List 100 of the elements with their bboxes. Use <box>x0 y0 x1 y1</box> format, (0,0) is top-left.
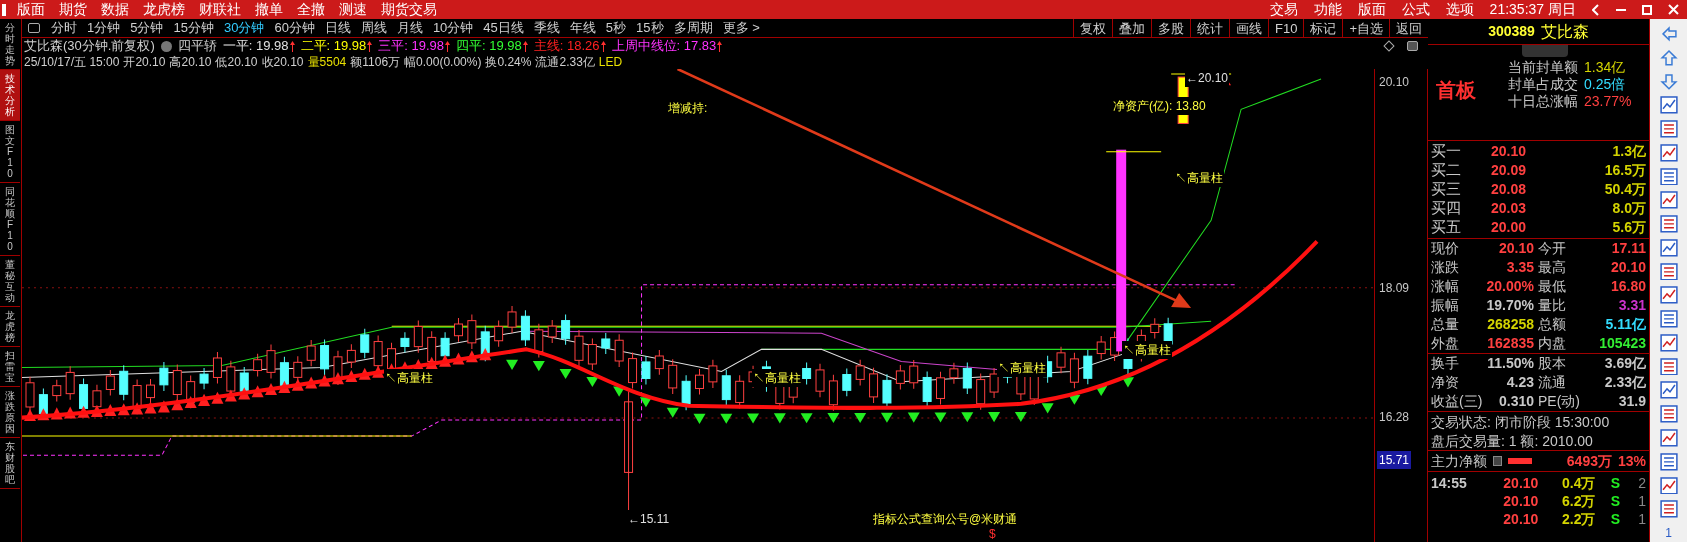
quote-value: 4.23 <box>1505 373 1534 392</box>
dropdown-icon[interactable] <box>160 40 172 52</box>
period-tab[interactable]: 15秒 <box>631 18 669 38</box>
volume-note: ↖高量柱 <box>1174 169 1224 187</box>
volume-note: ↖高量柱 <box>997 359 1047 377</box>
menu-item[interactable]: 龙虎榜 <box>136 0 192 20</box>
close-icon[interactable] <box>1668 4 1679 15</box>
menu-item[interactable]: 测速 <box>332 0 374 20</box>
side-tab[interactable]: 技术分析 <box>0 70 20 121</box>
menu-item[interactable]: 版面 <box>1349 0 1394 20</box>
toolbar-button[interactable]: 复权 <box>1073 18 1112 38</box>
stat-value: 0.25倍 <box>1584 75 1626 94</box>
menu-item[interactable]: 交易 <box>1261 0 1306 20</box>
tick-price: 20.10 <box>1503 509 1540 529</box>
tool-icon[interactable] <box>1659 357 1678 376</box>
tool-icon[interactable] <box>1659 191 1678 210</box>
volume-note: ↖高量柱 <box>1122 341 1172 359</box>
bar-info: 流通2.33亿 <box>535 53 595 71</box>
panel-toggle-icon[interactable] <box>1407 41 1418 51</box>
toolbar-button[interactable]: 多股 <box>1151 18 1190 38</box>
side-tab[interactable]: 龙虎榜 <box>0 307 20 347</box>
menu-item[interactable]: 期货交易 <box>374 0 444 20</box>
side-tab[interactable]: 涨跌原因 <box>0 387 20 438</box>
tool-icon[interactable] <box>1659 167 1678 186</box>
restore-icon[interactable] <box>1642 4 1652 15</box>
stat-label: 当前封单额 <box>1508 58 1578 77</box>
toolbar-button[interactable]: 画线 <box>1229 18 1268 38</box>
tool-icon[interactable] <box>1659 500 1678 519</box>
period-tab[interactable]: 5分钟 <box>125 18 169 38</box>
quote-label: 总额 <box>1538 315 1567 334</box>
minimize-icon[interactable] <box>1616 8 1626 11</box>
toolbar-button[interactable]: 统计 <box>1190 18 1229 38</box>
menu-item[interactable]: 撤单 <box>248 0 290 20</box>
list-icon[interactable] <box>1493 456 1502 466</box>
net-flow-bar <box>1508 458 1532 464</box>
period-tab[interactable]: 分时 <box>46 18 82 38</box>
tool-icon[interactable] <box>1659 333 1678 352</box>
period-tab[interactable]: 年线 <box>564 18 601 38</box>
tool-icon[interactable] <box>1659 96 1678 115</box>
menu-item[interactable]: 财联社 <box>192 0 248 20</box>
quote-value: 20.00% <box>1485 277 1534 296</box>
menu-item[interactable]: 版面 <box>10 0 52 20</box>
toolbar-button[interactable]: 返回 <box>1389 18 1428 38</box>
main-force-label: 主力净额 <box>1431 451 1487 471</box>
quote-label: 涨跌 <box>1431 258 1459 277</box>
tool-icon[interactable] <box>1659 120 1678 138</box>
period-tab[interactable]: 周线 <box>355 18 392 38</box>
menu-item[interactable]: 功能 <box>1305 0 1350 20</box>
period-tab[interactable]: 季线 <box>528 18 565 38</box>
side-tab[interactable]: 东财股吧 <box>0 438 20 489</box>
period-tab[interactable]: 10分钟 <box>427 18 479 38</box>
tool-icon[interactable] <box>1659 143 1678 162</box>
period-tab[interactable]: 1分钟 <box>82 18 126 38</box>
left-arrow-icon[interactable] <box>1659 25 1678 43</box>
panel-toggle-icon[interactable] <box>28 23 40 33</box>
main-force-percent: 13% <box>1617 451 1646 471</box>
menu-item[interactable]: 全撤 <box>290 0 332 20</box>
period-tab[interactable]: 5秒 <box>600 18 632 38</box>
stat-label: 十日总涨幅 <box>1508 92 1578 111</box>
period-tab[interactable]: 45日线 <box>478 18 529 38</box>
tool-icon[interactable] <box>1659 429 1678 447</box>
tool-icon[interactable] <box>1659 286 1678 305</box>
menu-item[interactable]: 期货 <box>52 0 94 20</box>
toolbar-button[interactable]: 标记 <box>1303 18 1343 38</box>
tool-icon[interactable] <box>1659 262 1678 281</box>
period-tab[interactable]: 日线 <box>319 18 356 38</box>
trade-status: 交易状态: 闭市阶段 15:30:00 <box>1431 413 1611 431</box>
side-tab[interactable]: 图文F10 <box>0 121 20 183</box>
tool-icon[interactable] <box>1659 238 1678 257</box>
period-tab[interactable]: 30分钟 <box>218 18 270 38</box>
menu-item[interactable]: 公式 <box>1393 0 1438 20</box>
period-tab[interactable]: 更多 > <box>717 18 765 38</box>
tool-icon[interactable] <box>1659 405 1678 423</box>
side-tab[interactable]: 扫雷宝 <box>0 347 20 387</box>
period-tab[interactable]: 60分钟 <box>269 18 320 38</box>
toolbar-button[interactable]: 叠加 <box>1112 18 1151 38</box>
tool-icon[interactable] <box>1659 476 1678 495</box>
back-icon[interactable] <box>1592 3 1600 16</box>
tool-icon[interactable] <box>1659 215 1678 233</box>
toolbar-button[interactable]: F10 <box>1268 18 1304 38</box>
period-tab[interactable]: 月线 <box>391 18 428 38</box>
menu-item[interactable]: 选项 <box>1437 0 1482 20</box>
down-arrow-icon[interactable] <box>1659 72 1678 91</box>
up-arrow-icon <box>367 40 373 52</box>
tool-icon[interactable] <box>1659 452 1678 471</box>
tool-icon[interactable] <box>1659 381 1678 400</box>
bid-label: 买三 <box>1431 179 1462 200</box>
indicator-value: 一平: 19.98 <box>222 37 289 56</box>
period-tab[interactable]: 多周期 <box>668 18 718 38</box>
period-tab[interactable]: 15分钟 <box>168 18 219 38</box>
toolbar-button[interactable]: +自选 <box>1342 18 1389 38</box>
menu-item[interactable]: 数据 <box>94 0 136 20</box>
up-arrow-icon[interactable] <box>1659 48 1678 67</box>
quote-label: 现价 <box>1431 239 1459 258</box>
side-tab[interactable]: 董秘互动 <box>0 256 20 307</box>
side-tab[interactable]: 同花顺F10 <box>0 183 20 256</box>
tool-icon[interactable] <box>1659 310 1678 328</box>
quote-value: 20.10 <box>1497 239 1534 258</box>
quote-label: 量比 <box>1538 296 1567 315</box>
bid-label: 买五 <box>1431 217 1462 238</box>
